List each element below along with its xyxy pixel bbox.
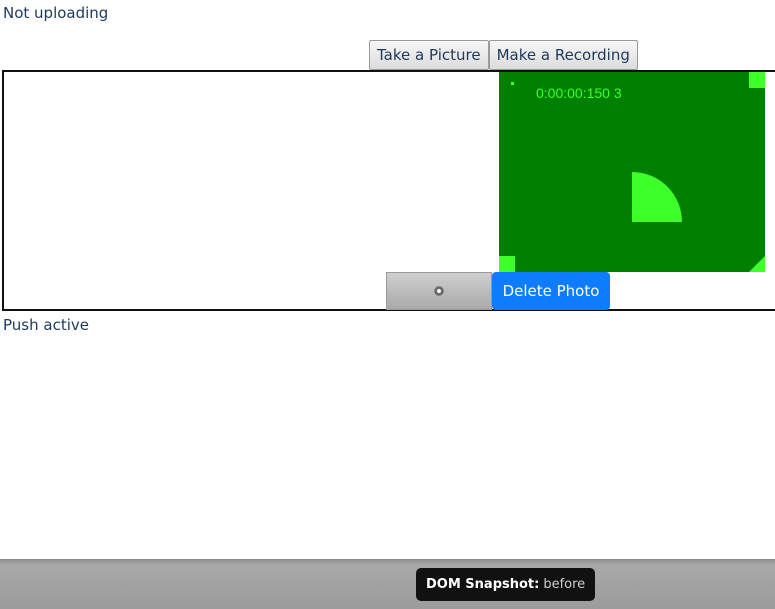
delete-photo-button[interactable]: Delete Photo xyxy=(492,272,610,310)
snapshot-state: before xyxy=(543,577,586,592)
corner-marker-top-right xyxy=(749,72,765,88)
capture-toolbar: Take a Picture Make a Recording xyxy=(369,40,638,70)
push-status: Push active xyxy=(3,316,89,334)
corner-marker-bottom-right xyxy=(749,256,765,272)
media-frame: 0:00:00:150 3 Delete Photo xyxy=(2,70,775,311)
quarter-circle-shape xyxy=(632,172,682,222)
take-picture-button[interactable]: Take a Picture xyxy=(369,40,489,70)
corner-marker-bottom-left xyxy=(499,256,515,272)
camera-lens-icon xyxy=(434,286,444,296)
captured-photo-thumbnail[interactable] xyxy=(386,272,492,310)
snapshot-label: DOM Snapshot: xyxy=(426,577,540,592)
video-preview[interactable]: 0:00:00:150 3 xyxy=(499,72,765,272)
upload-status: Not uploading xyxy=(3,4,109,22)
make-recording-button[interactable]: Make a Recording xyxy=(488,40,638,70)
dom-snapshot-badge: DOM Snapshot: before xyxy=(416,568,596,601)
video-timecode: 0:00:00:150 3 xyxy=(536,85,622,101)
footer-bar: DOM Snapshot: before xyxy=(0,559,775,609)
marker-dot xyxy=(511,82,514,85)
